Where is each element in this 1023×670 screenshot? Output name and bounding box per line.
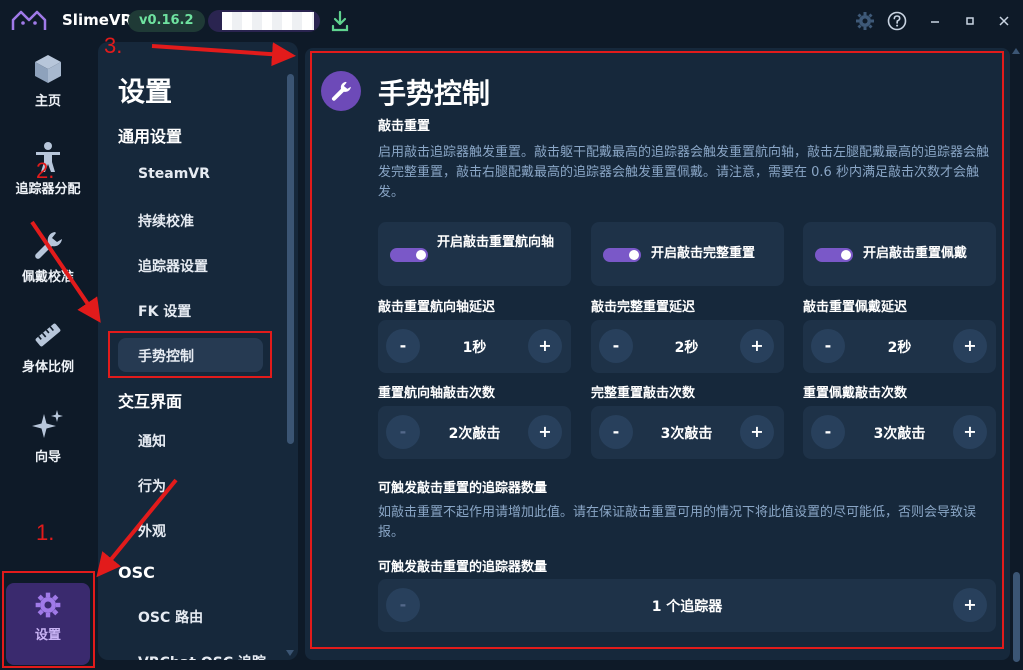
sidebar-scrollbar[interactable] <box>287 74 294 444</box>
close-icon[interactable] <box>994 11 1014 31</box>
annotation-number-3: 3. <box>104 33 123 58</box>
sidebar-item-appearance[interactable]: 外观 <box>138 521 166 541</box>
redacted-username <box>208 10 320 32</box>
sidebar-item-steamvr[interactable]: SteamVR <box>138 166 210 182</box>
sidebar-title: 设置 <box>118 77 172 108</box>
annotation-number-1: 1. <box>36 520 55 545</box>
app-name: SlimeVR <box>62 11 133 29</box>
annotation-box-panel <box>310 51 1004 649</box>
minimize-icon[interactable] <box>925 11 945 31</box>
annotation-number-2: 2. <box>36 158 55 183</box>
sidebar-section-osc: OSC <box>118 563 155 582</box>
sidebar-item-trackers[interactable]: 追踪器设置 <box>138 256 208 276</box>
main-scrollbar[interactable] <box>1013 572 1020 662</box>
nav-home[interactable]: 主页 <box>0 52 96 109</box>
nav-proportions[interactable]: 身体比例 <box>0 318 96 375</box>
sidebar-item-fk[interactable]: FK 设置 <box>138 301 191 321</box>
sidebar-item-drift[interactable]: 持续校准 <box>138 211 194 231</box>
sidebar-section-general: 通用设置 <box>118 127 183 146</box>
title-bar: SlimeVR v0.16.2 <box>0 0 1023 42</box>
nav-wizard[interactable]: 向导 <box>0 408 96 465</box>
nav-proportions-label: 身体比例 <box>21 360 74 375</box>
help-icon[interactable] <box>887 11 907 31</box>
sparkles-icon <box>32 410 63 438</box>
sidebar-item-notify[interactable]: 通知 <box>138 431 166 451</box>
sidebar-section-interface: 交互界面 <box>118 392 183 411</box>
sidebar-item-osc-router[interactable]: OSC 路由 <box>138 607 203 627</box>
annotation-box-gesture <box>108 331 272 378</box>
cube-icon <box>35 55 61 83</box>
sidebar-item-vrchat-osc[interactable]: VRChat OSC 追踪 <box>138 652 266 660</box>
nav-wizard-label: 向导 <box>34 450 61 465</box>
download-icon[interactable] <box>330 10 350 32</box>
nav-mounting[interactable]: 佩戴校准 <box>0 228 96 285</box>
sidebar-scroll-down-icon[interactable] <box>286 650 294 656</box>
main-scroll-up-icon[interactable] <box>1012 48 1020 54</box>
nav-home-label: 主页 <box>34 94 61 109</box>
maximize-icon[interactable] <box>960 11 980 31</box>
annotation-box-settings <box>2 571 95 668</box>
nav-mounting-label: 佩戴校准 <box>21 270 74 285</box>
gear-icon[interactable] <box>855 11 875 31</box>
ruler-icon <box>35 323 61 347</box>
version-badge[interactable]: v0.16.2 <box>128 10 205 32</box>
sidebar-item-behavior[interactable]: 行为 <box>138 476 166 496</box>
slimevr-logo-icon <box>11 10 47 30</box>
wrench-icon <box>35 232 62 259</box>
